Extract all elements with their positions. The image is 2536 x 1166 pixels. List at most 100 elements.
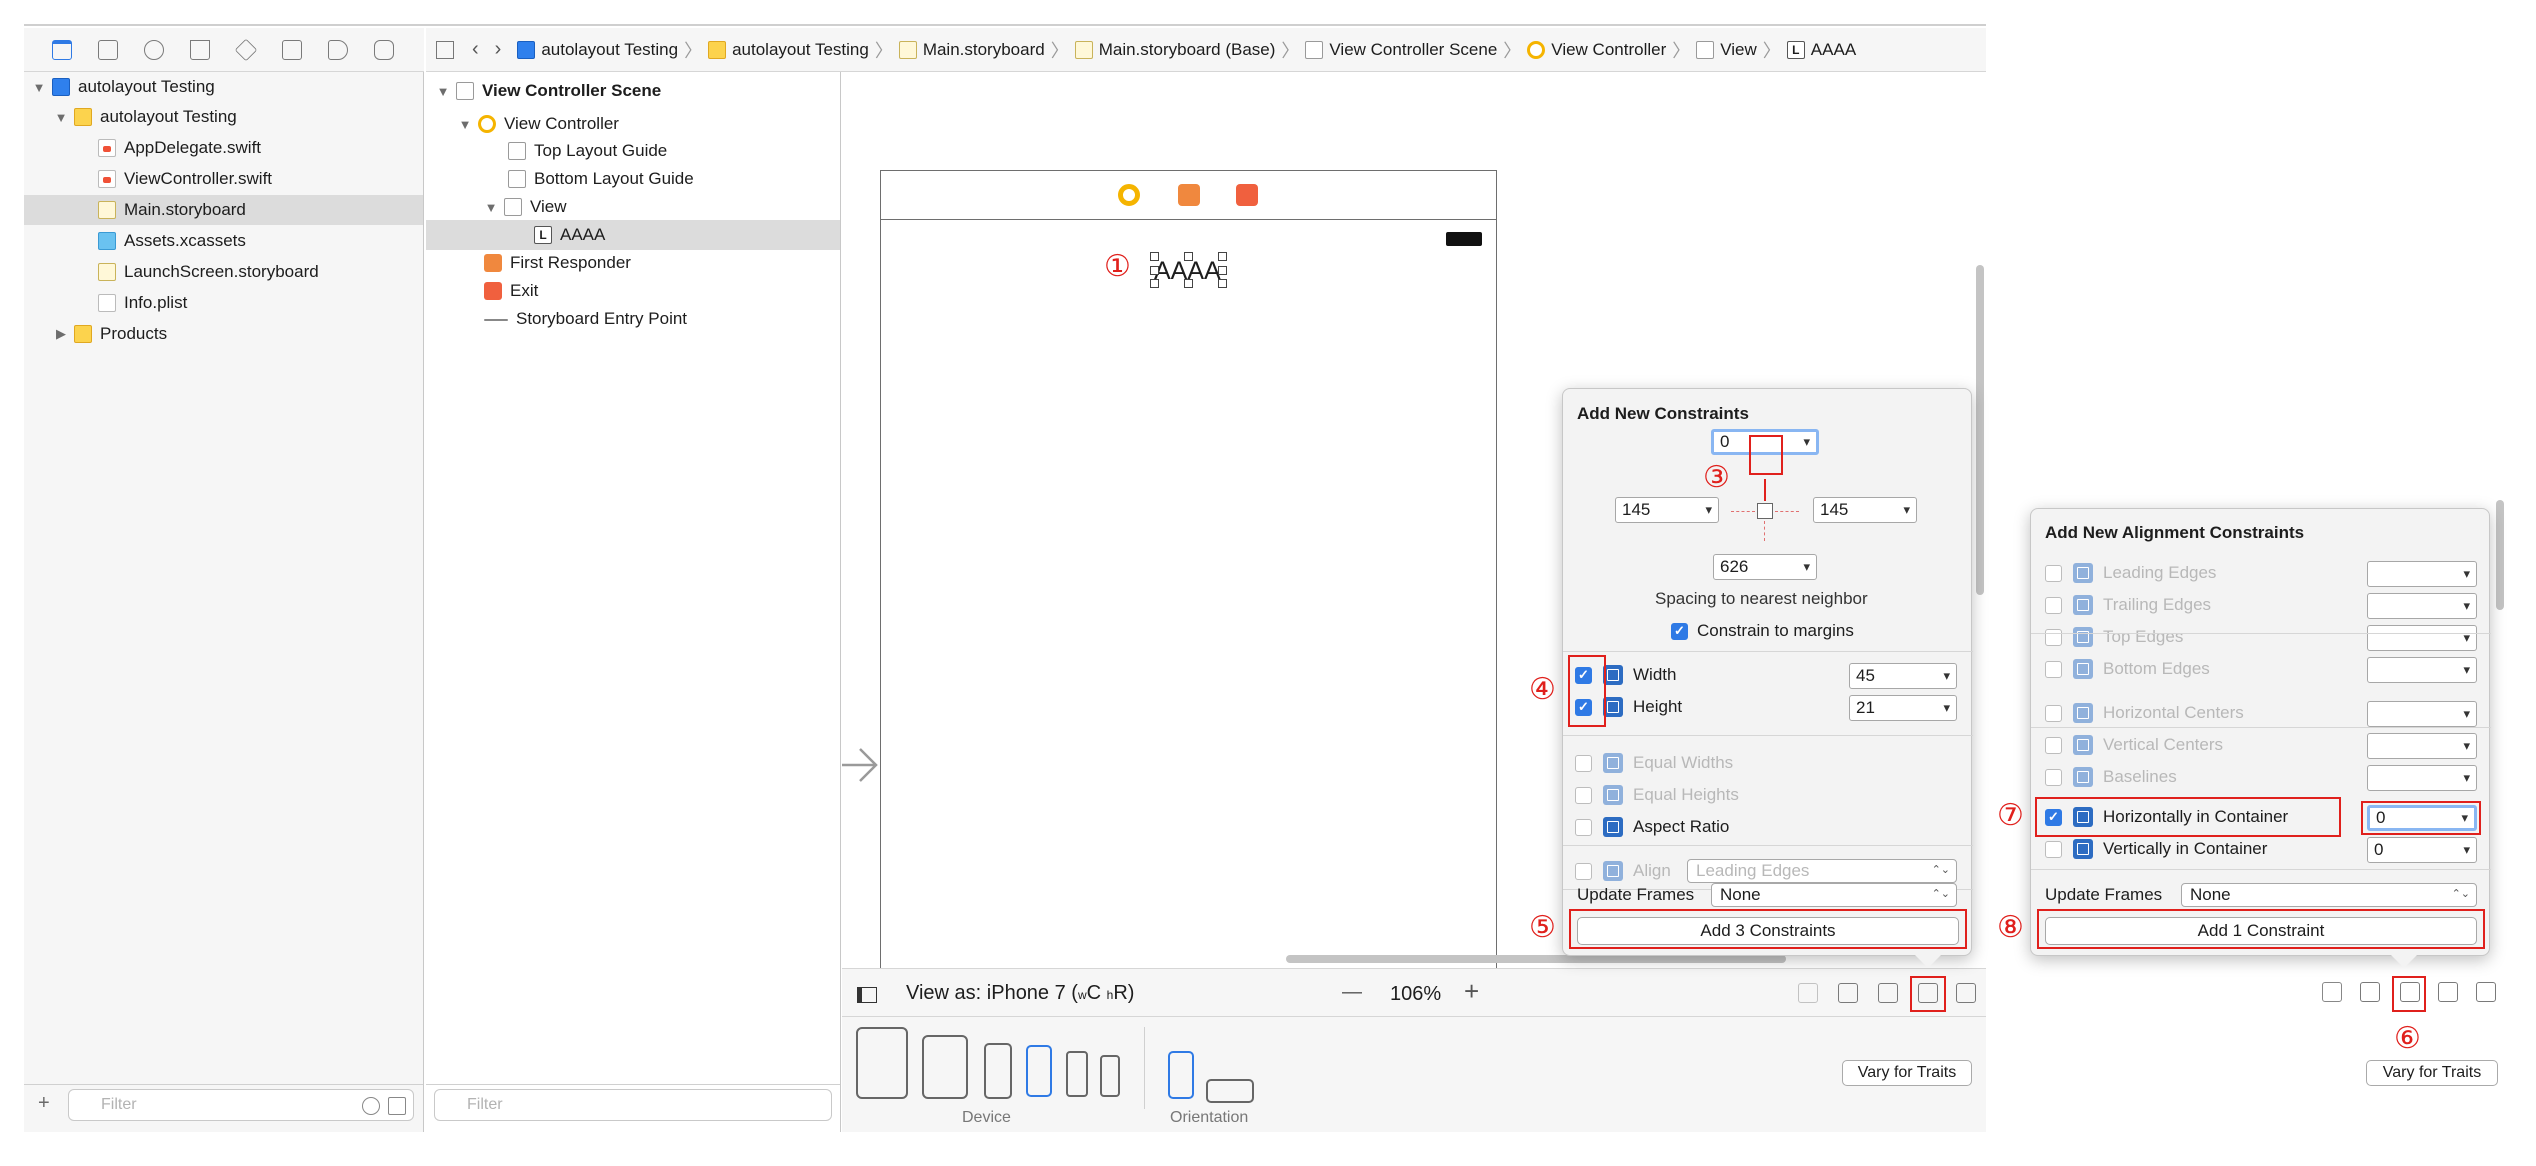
breadcrumb-storyboard-base[interactable]: Main.storyboard (Base) (1074, 40, 1275, 60)
iphone-se-icon[interactable] (1066, 1051, 1088, 1097)
update-frames-icon[interactable] (1798, 983, 1818, 1003)
alignment-checkbox[interactable] (2045, 629, 2062, 646)
recent-files-icon[interactable] (362, 1097, 380, 1115)
breakpoint-icon[interactable] (328, 40, 348, 60)
iphone-icon[interactable] (1026, 1045, 1052, 1097)
iphone-4s-icon[interactable] (1100, 1055, 1120, 1097)
alignment-checkbox[interactable] (2045, 737, 2062, 754)
alignment-value-field[interactable] (2367, 625, 2477, 651)
equal-heights-checkbox[interactable] (1575, 787, 1592, 804)
search-icon[interactable] (144, 40, 164, 60)
height-field[interactable]: 21 (1849, 695, 1957, 721)
breadcrumb-view-controller[interactable]: View Controller (1527, 40, 1666, 60)
breadcrumb-label[interactable]: L AAAA (1786, 40, 1856, 60)
zoom-in-button[interactable]: + (1464, 978, 1479, 1004)
breadcrumb-scene[interactable]: View Controller Scene (1305, 40, 1497, 60)
outline-filter-input[interactable]: Filter (434, 1089, 832, 1121)
outline-entry-point[interactable]: Storyboard Entry Point (426, 304, 840, 334)
outline-label-aaaa[interactable]: L AAAA (426, 220, 840, 250)
breadcrumb-storyboard[interactable]: Main.storyboard (898, 40, 1045, 60)
alignment-value-field[interactable] (2367, 733, 2477, 759)
nav-item-main-storyboard[interactable]: Main.storyboard (24, 195, 423, 225)
alignment-value-field[interactable] (2367, 593, 2477, 619)
outline-view[interactable]: ▼ View (426, 192, 840, 222)
alignment-value-field[interactable] (2367, 561, 2477, 587)
iphone-plus-icon[interactable] (984, 1043, 1012, 1099)
alignment-vertical-scrollbar[interactable] (2496, 500, 2504, 610)
nav-item-infoplist[interactable]: Info.plist (24, 288, 423, 318)
trailing-spacing-field[interactable]: 145 (1813, 497, 1917, 523)
related-items-icon[interactable] (436, 40, 454, 59)
scm-filter-icon[interactable] (388, 1097, 406, 1115)
resolve-issues-icon[interactable] (1956, 983, 1976, 1003)
alignment-checkbox[interactable] (2045, 705, 2062, 722)
aspect-ratio-checkbox[interactable] (1575, 819, 1592, 836)
nav-item-project[interactable]: ▼ autolayout Testing (24, 72, 423, 102)
leading-spacing-field[interactable]: 145 (1615, 497, 1719, 523)
align-checkbox[interactable] (1575, 863, 1592, 880)
add-file-button[interactable]: + (38, 1092, 50, 1115)
alignment-value-field[interactable] (2367, 765, 2477, 791)
portrait-icon[interactable] (1168, 1051, 1194, 1099)
alignment-vary-for-traits-button[interactable]: Vary for Traits (2366, 1060, 2498, 1086)
outline-top-layout-guide[interactable]: Top Layout Guide (426, 136, 840, 166)
outline-scene[interactable]: ▼ View Controller Scene (426, 76, 840, 106)
resolve-issues-icon[interactable] (2476, 982, 2496, 1002)
update-frames-select[interactable]: None (1711, 883, 1957, 907)
ipad-icon[interactable] (922, 1035, 968, 1099)
update-frames-icon[interactable] (2322, 982, 2342, 1002)
alignment-checkbox[interactable] (2045, 661, 2062, 678)
view-controller-icon[interactable] (1118, 184, 1140, 206)
aaaa-label[interactable]: AAAA (1150, 252, 1228, 288)
alignment-checkbox[interactable] (2045, 565, 2062, 582)
report-icon[interactable] (374, 40, 394, 60)
outline-exit[interactable]: Exit (426, 276, 840, 306)
nav-item-assets[interactable]: Assets.xcassets (24, 226, 423, 256)
sidebar-toggle-icon[interactable] (857, 987, 877, 1003)
outline-view-controller[interactable]: ▼ View Controller (426, 109, 840, 139)
align-select[interactable]: Leading Edges (1687, 859, 1957, 883)
outline-first-responder[interactable]: First Responder (426, 248, 840, 278)
iphone-scene[interactable] (880, 170, 1497, 970)
landscape-icon[interactable] (1206, 1079, 1254, 1103)
warning-icon[interactable] (190, 40, 210, 60)
forward-button[interactable]: › (495, 38, 502, 61)
zoom-out-button[interactable]: — (1342, 981, 1362, 1004)
alignment-update-frames-select[interactable]: None (2181, 883, 2477, 907)
breadcrumb-group[interactable]: autolayout Testing (708, 40, 869, 60)
alignment-value-field[interactable] (2367, 701, 2477, 727)
alignment-value-field[interactable] (2367, 657, 2477, 683)
nav-item-launchscreen[interactable]: LaunchScreen.storyboard (24, 257, 423, 287)
nav-item-appdelegate[interactable]: AppDelegate.swift (24, 133, 423, 163)
view-as-label[interactable]: View as: iPhone 7 (wC hR) (906, 982, 1134, 1005)
exit-icon[interactable] (1236, 184, 1258, 206)
align-icon[interactable] (1878, 983, 1898, 1003)
embed-in-stack-icon[interactable] (2360, 982, 2380, 1002)
back-button[interactable]: ‹ (472, 38, 479, 61)
canvas-vertical-scrollbar[interactable] (1976, 265, 1984, 595)
alignment-checkbox[interactable] (2045, 597, 2062, 614)
nav-item-products[interactable]: ▶ Products (24, 319, 423, 349)
source-control-icon[interactable] (98, 40, 118, 60)
first-responder-icon[interactable] (1178, 184, 1200, 206)
nav-item-viewcontroller[interactable]: ViewController.swift (24, 164, 423, 194)
nav-item-group[interactable]: ▼ autolayout Testing (24, 102, 423, 132)
test-navigator-icon[interactable] (234, 38, 258, 62)
equal-widths-checkbox[interactable] (1575, 755, 1592, 772)
pin-icon[interactable] (2438, 982, 2458, 1002)
bottom-spacing-field[interactable]: 626 (1713, 554, 1817, 580)
vertically-in-container-checkbox[interactable] (2045, 841, 2062, 858)
vary-for-traits-button[interactable]: Vary for Traits (1842, 1060, 1972, 1086)
vertical-offset-field[interactable]: 0 (2367, 837, 2477, 863)
folder-navigator-icon[interactable] (52, 40, 72, 60)
debug-navigator-icon[interactable] (282, 40, 302, 60)
breadcrumb-project[interactable]: autolayout Testing (517, 40, 678, 60)
embed-in-stack-icon[interactable] (1838, 983, 1858, 1003)
width-field[interactable]: 45 (1849, 663, 1957, 689)
canvas-horizontal-scrollbar[interactable] (1286, 955, 1786, 963)
outline-bottom-layout-guide[interactable]: Bottom Layout Guide (426, 164, 840, 194)
alignment-checkbox[interactable] (2045, 769, 2062, 786)
ipad-pro-icon[interactable] (856, 1027, 908, 1099)
constrain-margins-checkbox[interactable] (1671, 623, 1688, 640)
breadcrumb-view[interactable]: View (1696, 40, 1757, 60)
